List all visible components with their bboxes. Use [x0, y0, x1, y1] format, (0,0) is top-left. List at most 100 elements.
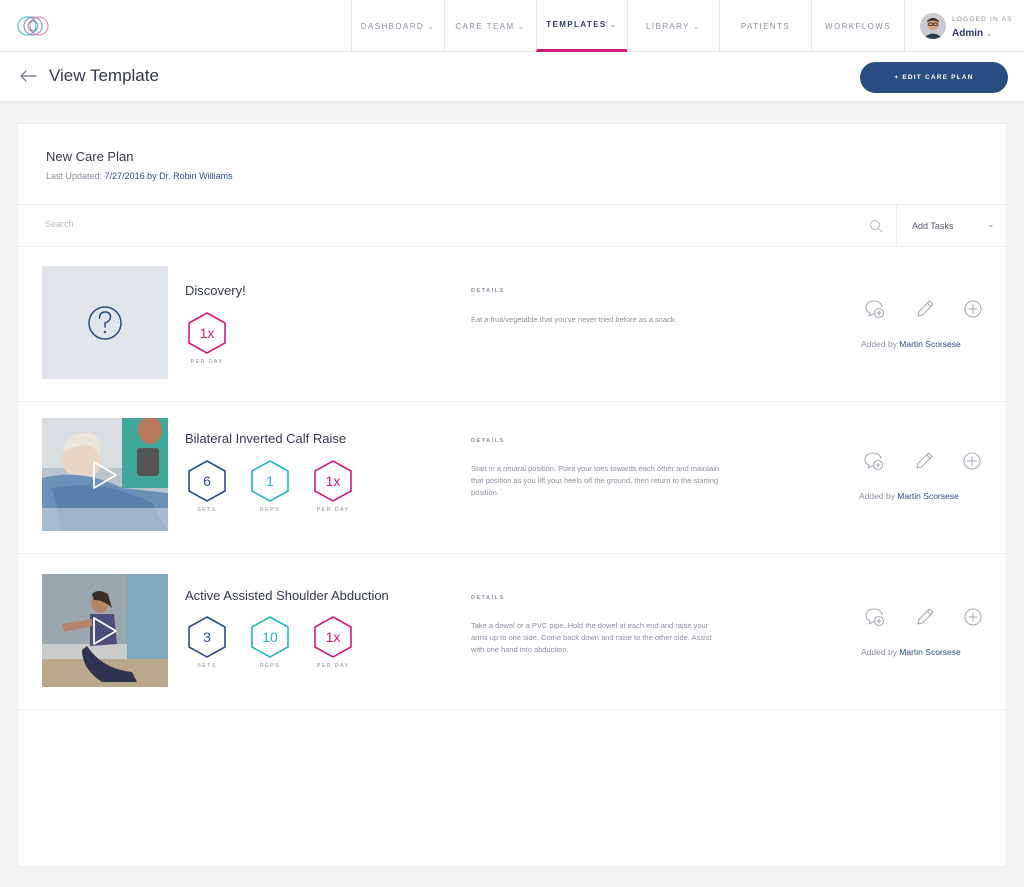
added-by-label: Added by: [859, 491, 895, 501]
nav-patients[interactable]: Patients: [719, 0, 811, 52]
pencil-icon[interactable]: [914, 298, 936, 320]
details-text: Start in a neutral position. Point your …: [471, 464, 720, 497]
comment-add-icon[interactable]: [863, 450, 885, 472]
hexagon-icon: 1x: [314, 460, 352, 502]
nav-templates[interactable]: Templates ⌄: [536, 0, 627, 52]
added-by-link[interactable]: Martin Scorsese: [897, 491, 958, 501]
added-by: Added by Martin Scorsese: [859, 491, 959, 501]
add-tasks-dropdown[interactable]: Add Tasks ⌄: [896, 205, 1006, 246]
metric-per-day: 1x Per Day: [311, 615, 355, 675]
last-updated-value: 7/27/2016 by Dr. Robin Williams: [104, 171, 233, 181]
pencil-icon[interactable]: [914, 606, 936, 628]
user-name-text: Admin: [952, 28, 984, 39]
metric-sets: 3 Sets: [185, 615, 229, 675]
chevron-down-icon: ⌄: [609, 20, 618, 29]
metric-label: Reps: [259, 507, 281, 513]
hexagon-icon: 3: [188, 616, 226, 658]
back-arrow-icon[interactable]: [19, 68, 37, 84]
comment-add-icon[interactable]: [864, 606, 886, 628]
task-row: Discovery! 1x Per Day Details Eat a frui…: [18, 248, 1006, 402]
added-by-link[interactable]: Martin Scorsese: [899, 647, 960, 657]
task-actions: [863, 450, 983, 474]
pencil-icon[interactable]: [913, 450, 935, 472]
logo-icon[interactable]: [14, 11, 52, 41]
task-actions: [864, 606, 984, 630]
task-title: Active Assisted Shoulder Abduction: [185, 588, 389, 603]
plan-last-updated: Last Updated: 7/27/2016 by Dr. Robin Wil…: [46, 171, 233, 181]
question-icon: [88, 306, 122, 340]
nav-workflows[interactable]: Workflows: [811, 0, 904, 52]
chevron-down-icon: ⌄: [987, 219, 995, 229]
hexagon-icon: 6: [188, 460, 226, 502]
task-actions: [864, 298, 984, 322]
added-by-link[interactable]: Martin Scorsese: [899, 339, 960, 349]
search-input[interactable]: [45, 219, 845, 229]
metric-value: 1x: [326, 629, 341, 645]
task-thumbnail[interactable]: [42, 418, 168, 531]
details-label: Details: [471, 595, 505, 601]
metric-label: Per Day: [190, 359, 224, 365]
task-thumbnail[interactable]: [42, 574, 168, 687]
task-row: Bilateral Inverted Calf Raise 6 Sets 1 R…: [18, 401, 1006, 554]
user-menu[interactable]: Logged in as Admin ⌄: [904, 0, 1024, 52]
metric-value: 6: [203, 473, 211, 489]
details-label: Details: [471, 438, 505, 444]
top-navigation: Dashboard ⌄ Care Team ⌄ Templates ⌄ Libr…: [0, 0, 1024, 52]
nav-care-team-label: Care Team: [455, 21, 515, 31]
task-thumbnail[interactable]: [42, 266, 168, 379]
avatar: [920, 13, 946, 39]
logged-in-label: Logged in as: [952, 16, 1013, 23]
care-plan-card: New Care Plan Last Updated: 7/27/2016 by…: [17, 123, 1007, 867]
nav-dashboard[interactable]: Dashboard ⌄: [351, 0, 444, 52]
nav-templates-label: Templates: [546, 20, 607, 29]
plan-title: New Care Plan: [46, 149, 134, 164]
metric-reps: 1 Reps: [248, 459, 292, 519]
metric-value: 1: [266, 473, 274, 489]
edit-care-plan-button[interactable]: + Edit Care Plan: [860, 62, 1008, 93]
added-by-label: Added by: [861, 647, 897, 657]
hexagon-icon: 1: [251, 460, 289, 502]
metric-per-day: 1x Per Day: [311, 459, 355, 519]
chevron-down-icon: ⌄: [986, 29, 993, 38]
task-row: Active Assisted Shoulder Abduction 3 Set…: [18, 553, 1006, 710]
nav-care-team[interactable]: Care Team ⌄: [444, 0, 536, 52]
nav-patients-label: Patients: [740, 21, 791, 31]
metric-value: 3: [203, 629, 211, 645]
metric-label: Reps: [259, 663, 281, 669]
hexagon-icon: 10: [251, 616, 289, 658]
hexagon-icon: 1x: [314, 616, 352, 658]
page-header: View Template + Edit Care Plan: [0, 52, 1024, 102]
details-label: Details: [471, 288, 505, 294]
metric-value: 1x: [200, 325, 215, 341]
added-by: Added by Martin Scorsese: [861, 647, 961, 657]
nav-library-label: Library: [646, 21, 690, 31]
chevron-down-icon: ⌄: [517, 21, 526, 31]
added-by: Added by Martin Scorsese: [861, 339, 961, 349]
search-bar: Add Tasks ⌄: [18, 204, 1006, 247]
metric-value: 10: [262, 629, 278, 645]
metric-label: Sets: [197, 663, 217, 669]
chevron-down-icon: ⌄: [692, 21, 701, 31]
details-text: Eat a fruit/vegetable that you've never …: [471, 315, 677, 324]
hexagon-icon: 1x: [188, 312, 226, 354]
metric-label: Sets: [197, 507, 217, 513]
metric-reps: 10 Reps: [248, 615, 292, 675]
page-title: View Template: [49, 66, 159, 85]
plus-circle-icon[interactable]: [962, 606, 984, 628]
added-by-label: Added by: [861, 339, 897, 349]
plus-circle-icon[interactable]: [961, 450, 983, 472]
task-title: Discovery!: [185, 283, 246, 298]
chevron-down-icon: ⌄: [427, 21, 436, 31]
comment-add-icon[interactable]: [864, 298, 886, 320]
metric-label: Per Day: [316, 663, 350, 669]
metric-per-day: 1x Per Day: [185, 311, 229, 371]
nav-dashboard-label: Dashboard: [360, 21, 425, 31]
details-text: Take a dowel or a PVC pipe. Hold the dow…: [471, 621, 712, 654]
add-tasks-label: Add Tasks: [912, 221, 954, 231]
task-title: Bilateral Inverted Calf Raise: [185, 431, 347, 446]
search-icon[interactable]: [869, 219, 883, 233]
plus-circle-icon[interactable]: [962, 298, 984, 320]
nav-library[interactable]: Library ⌄: [627, 0, 719, 52]
metric-sets: 6 Sets: [185, 459, 229, 519]
nav-workflows-label: Workflows: [825, 21, 891, 31]
